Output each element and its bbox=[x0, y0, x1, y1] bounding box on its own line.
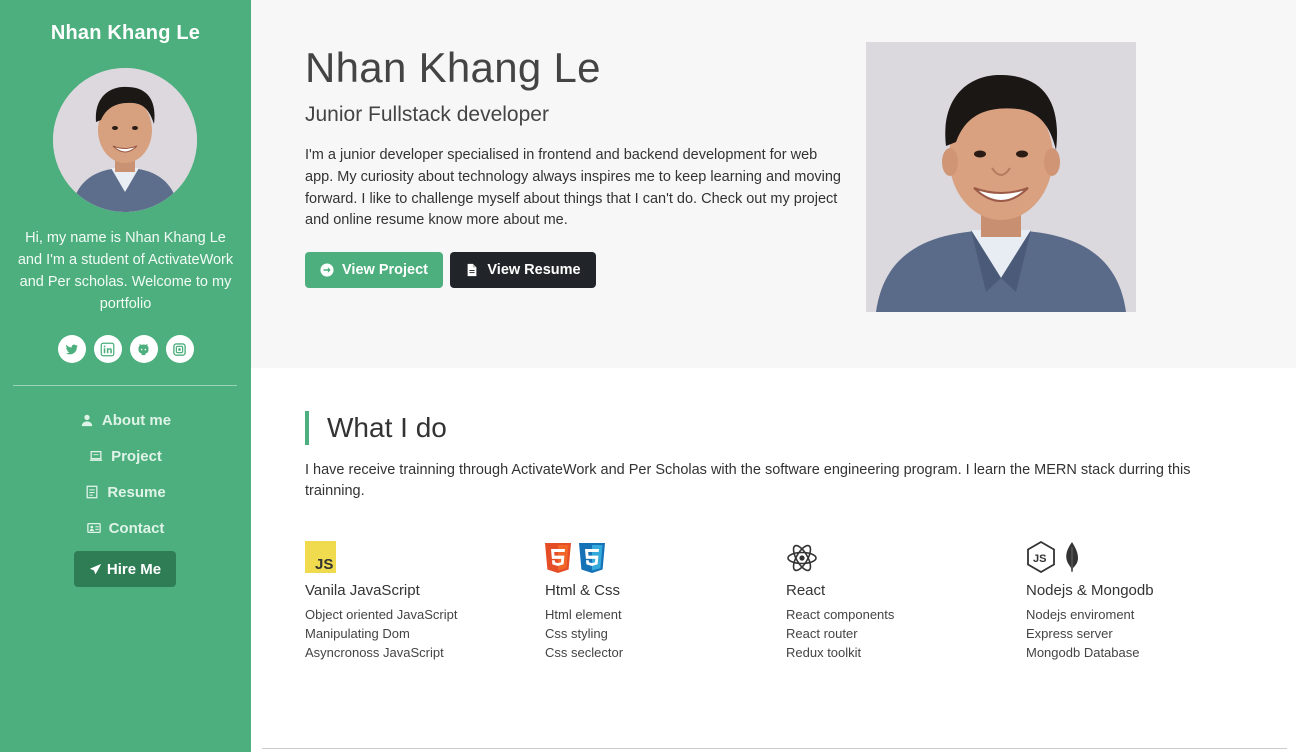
sidebar-item-resume[interactable]: Resume bbox=[0, 474, 251, 510]
react-icon bbox=[786, 543, 818, 578]
mongodb-leaf-icon bbox=[1064, 541, 1080, 578]
user-icon bbox=[80, 413, 94, 427]
skill-item: Object oriented JavaScript bbox=[305, 607, 458, 622]
file-icon bbox=[468, 263, 477, 277]
portfolio-page: Nhan Khang Le Hi, my name is Nhan Khang … bbox=[0, 0, 1296, 752]
skill-item: Mongodb Database bbox=[1026, 645, 1140, 660]
laptop-icon bbox=[89, 449, 103, 463]
sidebar-item-about[interactable]: About me bbox=[0, 402, 251, 438]
sidebar-item-label: Contact bbox=[108, 519, 165, 537]
document-icon bbox=[85, 485, 99, 499]
linkedin-icon[interactable] bbox=[93, 335, 122, 363]
view-resume-button[interactable]: View Resume bbox=[450, 252, 596, 288]
skill-item: Manipulating Dom bbox=[305, 626, 410, 641]
skill-card-javascript: JS Vanila JavaScript Object oriented Jav… bbox=[305, 541, 535, 662]
skill-list: React components React router Redux tool… bbox=[786, 605, 1016, 662]
hero-role: Junior Fullstack developer bbox=[305, 103, 549, 126]
nodejs-icon: JS bbox=[1026, 540, 1056, 578]
skill-item: Html element bbox=[545, 607, 622, 622]
skill-list: Html element Css styling Css seclector bbox=[545, 605, 775, 662]
hire-me-label: Hire Me bbox=[106, 560, 162, 578]
contact-card-icon bbox=[86, 521, 101, 535]
section-title: What I do bbox=[305, 411, 447, 445]
skill-list: Object oriented JavaScript Manipulating … bbox=[305, 605, 535, 662]
view-project-button[interactable]: View Project bbox=[305, 252, 443, 288]
twitter-icon[interactable] bbox=[57, 335, 86, 363]
skill-card-react: React React components React router Redu… bbox=[786, 543, 1016, 662]
hire-me-button[interactable]: Hire Me bbox=[74, 551, 176, 587]
svg-text:JS: JS bbox=[1033, 553, 1046, 565]
sidebar: Nhan Khang Le Hi, my name is Nhan Khang … bbox=[0, 0, 251, 752]
html5-icon bbox=[545, 543, 571, 578]
sidebar-item-label: Resume bbox=[107, 483, 166, 501]
skill-card-html-css: Html & Css Html element Css styling Css … bbox=[545, 543, 775, 662]
svg-text:JS: JS bbox=[315, 556, 333, 573]
github-icon[interactable] bbox=[129, 335, 158, 363]
section-divider bbox=[262, 748, 1287, 749]
skill-item: React router bbox=[786, 626, 858, 641]
skill-item: Asyncronoss JavaScript bbox=[305, 645, 444, 660]
skill-item: React components bbox=[786, 607, 895, 622]
sidebar-nav: About me Project Resume Contact bbox=[0, 402, 251, 546]
view-project-label: View Project bbox=[342, 262, 428, 278]
sidebar-item-project[interactable]: Project bbox=[0, 438, 251, 474]
skill-item: Redux toolkit bbox=[786, 645, 862, 660]
skill-title: Vanila JavaScript bbox=[305, 582, 420, 599]
css3-icon bbox=[579, 543, 605, 578]
send-icon bbox=[89, 563, 102, 574]
skill-item: Nodejs enviroment bbox=[1026, 607, 1135, 622]
what-i-do-section: What I do I have receive trainning throu… bbox=[251, 368, 1296, 752]
sidebar-item-contact[interactable]: Contact bbox=[0, 510, 251, 546]
social-links bbox=[0, 335, 251, 363]
sidebar-intro: Hi, my name is Nhan Khang Le and I'm a s… bbox=[17, 230, 234, 312]
hero-section: Nhan Khang Le Junior Fullstack developer… bbox=[251, 0, 1296, 368]
avatar bbox=[53, 68, 197, 212]
profile-photo bbox=[866, 42, 1136, 312]
arrow-circle-right-icon bbox=[320, 263, 334, 277]
view-resume-label: View Resume bbox=[487, 262, 581, 278]
instagram-icon[interactable] bbox=[165, 335, 194, 363]
skill-title: Html & Css bbox=[545, 582, 620, 599]
sidebar-divider bbox=[13, 385, 237, 386]
skill-title: Nodejs & Mongodb bbox=[1026, 582, 1154, 599]
section-description: I have receive trainning through Activat… bbox=[305, 462, 1191, 499]
skill-item: Css styling bbox=[545, 626, 608, 641]
hero-name: Nhan Khang Le bbox=[305, 44, 601, 91]
sidebar-item-label: Project bbox=[111, 447, 162, 465]
skill-item: Css seclector bbox=[545, 645, 624, 660]
javascript-icon: JS bbox=[305, 541, 336, 578]
skill-title: React bbox=[786, 582, 826, 599]
sidebar-name: Nhan Khang Le bbox=[50, 22, 201, 44]
skill-card-node-mongo: JS Nodejs & Mongodb Nodejs enviroment Ex… bbox=[1026, 540, 1256, 662]
sidebar-item-label: About me bbox=[101, 411, 172, 429]
skill-item: Express server bbox=[1026, 626, 1113, 641]
skill-list: Nodejs enviroment Express server Mongodb… bbox=[1026, 605, 1256, 662]
hero-description: I'm a junior developer specialised in fr… bbox=[305, 147, 841, 229]
